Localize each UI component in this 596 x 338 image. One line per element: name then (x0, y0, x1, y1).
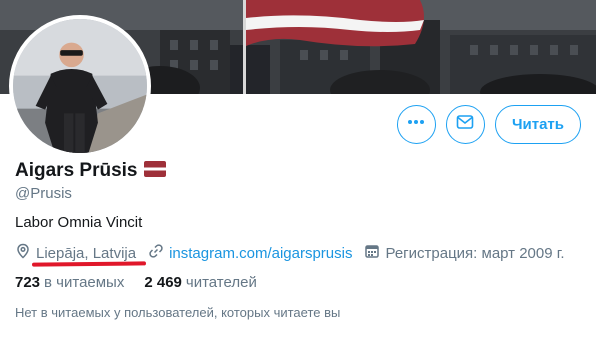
following-stat[interactable]: 723 в читаемых (15, 274, 124, 291)
more-button[interactable] (396, 105, 436, 144)
website-item: instagram.com/aigarsprusis (148, 243, 352, 263)
link-icon (148, 243, 169, 263)
follow-button[interactable]: Читать (494, 105, 581, 144)
profile-bio: Labor Omnia Vincit (15, 214, 143, 231)
followers-stat[interactable]: 2 469 читателей (144, 274, 256, 291)
joined-item: Регистрация: март 2009 г. (364, 243, 565, 263)
profile-actions: Читать (396, 105, 581, 144)
profile-meta: Liepāja, Latvija instagram.com/aigarspru… (15, 243, 577, 263)
following-label: в читаемых (44, 274, 125, 291)
annotation-underline (31, 261, 147, 267)
more-dots-icon (407, 113, 425, 136)
location-text: Liepāja, Latvija (36, 244, 137, 262)
followers-label: читателей (185, 274, 257, 291)
latvia-flag-icon (143, 160, 166, 182)
profile-stats: 723 в читаемых 2 469 читателей (15, 274, 257, 291)
mutual-followers-note: Нет в читаемых у пользователей, которых … (15, 305, 341, 320)
followers-count: 2 469 (144, 274, 182, 291)
website-link[interactable]: instagram.com/aigarsprusis (169, 245, 352, 262)
display-name: Aigars Prūsis (15, 160, 138, 181)
calendar-icon (364, 243, 385, 263)
joined-text: Регистрация: март 2009 г. (385, 244, 565, 262)
avatar-photo (13, 19, 147, 153)
location-pin-icon (15, 243, 36, 263)
location-item: Liepāja, Latvija (15, 243, 136, 263)
following-count: 723 (15, 274, 41, 291)
profile-handle: @Prusis (15, 185, 72, 202)
profile-name-row: Aigars Prūsis (15, 160, 166, 182)
envelope-icon (456, 113, 474, 136)
avatar[interactable] (9, 15, 151, 157)
message-button[interactable] (445, 105, 485, 144)
